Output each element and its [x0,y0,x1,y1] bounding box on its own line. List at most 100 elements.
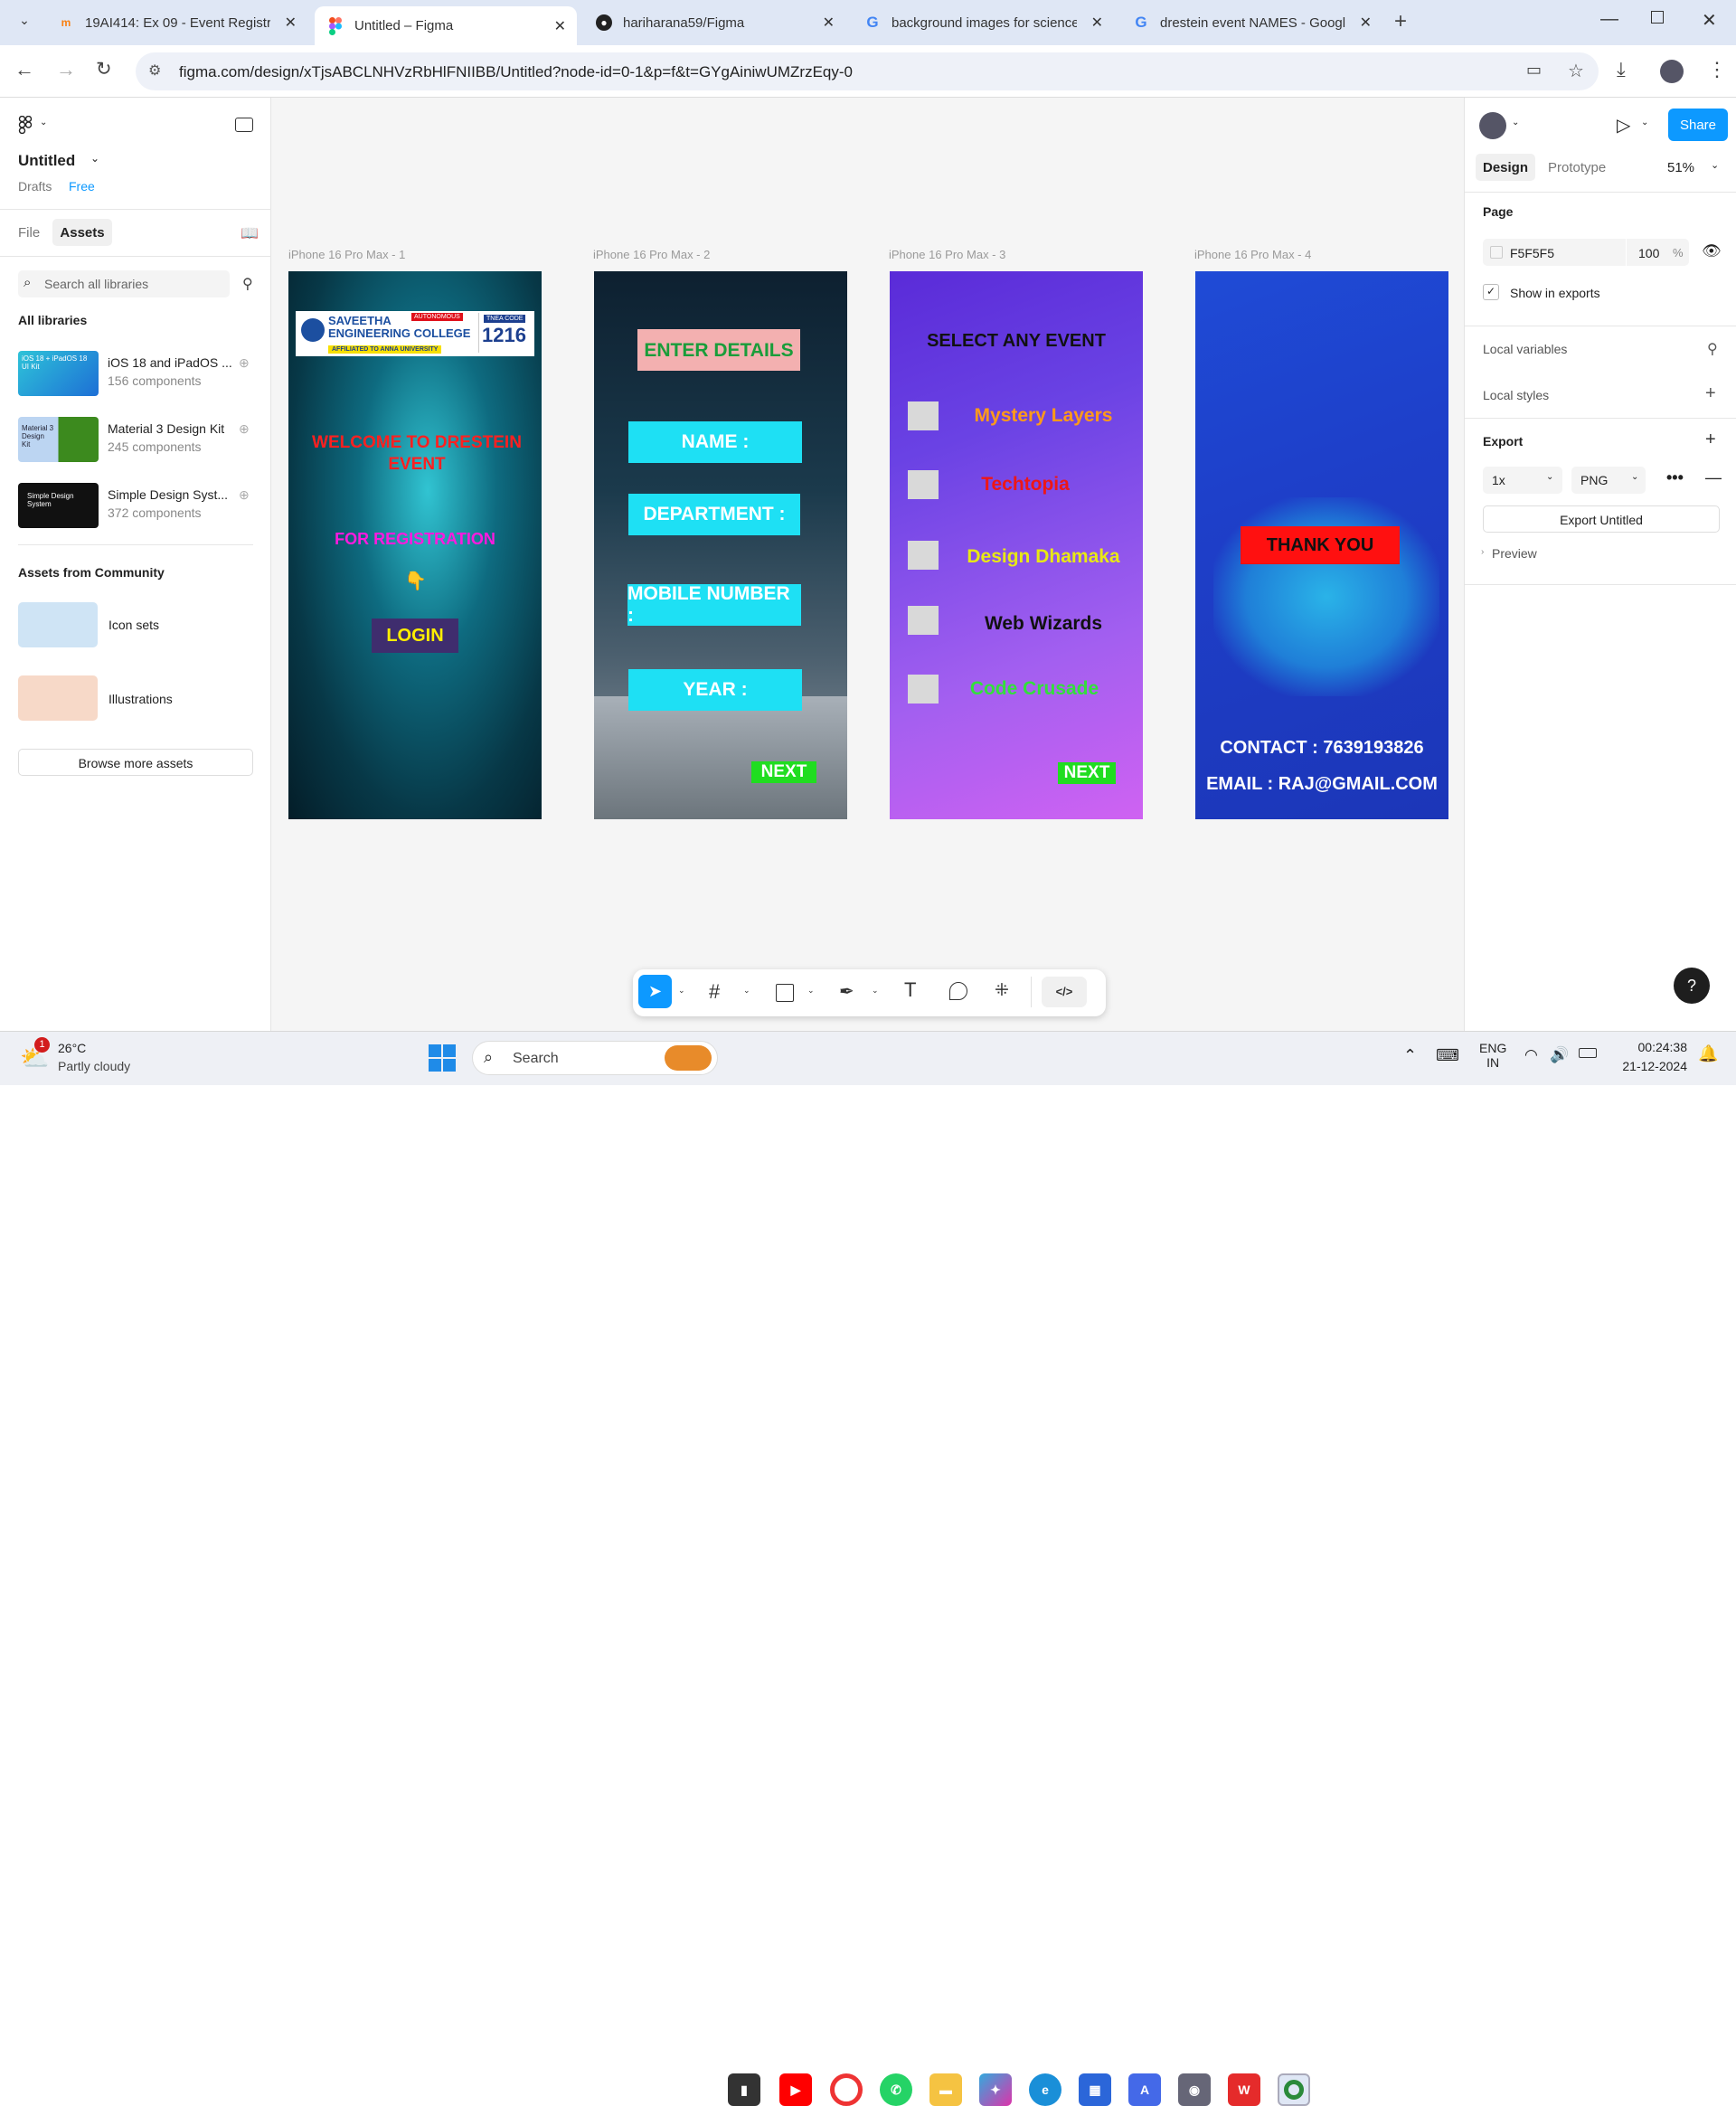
site-info-icon[interactable]: ⚙ [148,61,161,80]
library-item[interactable]: Material 3 Design Kit Material 3 Design … [0,411,271,468]
maximize-icon[interactable] [1651,11,1664,24]
clock-time[interactable]: 00:24:38 [1633,1040,1688,1054]
frame-label[interactable]: iPhone 16 Pro Max - 3 [889,248,1005,261]
file-explorer-dark-icon[interactable]: ▮ [728,2073,760,2106]
show-in-exports-checkbox[interactable]: ✓ [1483,284,1499,300]
chevron-up-icon[interactable]: ⌃ [1403,1046,1417,1065]
move-tool-icon[interactable]: ➤ [638,975,672,1008]
download-icon[interactable]: ⤓ [1617,58,1626,81]
frame-label[interactable]: iPhone 16 Pro Max - 2 [593,248,710,261]
present-play-icon[interactable]: ▷ [1617,114,1630,137]
file-name[interactable]: Untitled [18,152,75,170]
back-icon[interactable]: ← [14,58,34,81]
windows-start-icon[interactable] [429,1044,456,1072]
next-button[interactable]: NEXT [751,761,816,783]
browser-tab-1[interactable]: m 19AI414: Ex 09 - Event Registrat ✕ [45,6,307,39]
tab-prototype[interactable]: Prototype [1548,160,1606,175]
rectangle-tool-icon[interactable] [776,984,794,1002]
chevron-down-icon[interactable]: ⌄ [40,118,47,127]
more-options-icon[interactable]: ••• [1666,468,1684,487]
help-button[interactable]: ? [1674,968,1710,1004]
microsoft-store-icon[interactable]: ▦ [1079,2073,1111,2106]
add-export-icon[interactable]: + [1705,430,1716,450]
local-styles-label[interactable]: Local styles [1483,388,1549,402]
remove-export-icon[interactable]: — [1705,468,1722,487]
notification-bell-icon[interactable]: 🔔 [1698,1044,1718,1063]
event-checkbox[interactable] [908,675,939,704]
pen-tool-icon[interactable]: ✒ [839,980,854,1003]
close-tab-icon[interactable]: ✕ [285,14,297,32]
preview-toggle[interactable]: Preview [1492,546,1537,561]
search-libraries-input[interactable]: ⌕ Search all libraries [18,270,230,297]
browser-tab-2[interactable]: Untitled – Figma ✕ [315,6,577,45]
browse-more-assets-button[interactable]: Browse more assets [18,749,253,776]
clock-date[interactable]: 21-12-2024 [1615,1059,1687,1073]
chevron-down-icon[interactable]: ⌄ [872,986,879,996]
frame-label[interactable]: iPhone 16 Pro Max - 4 [1194,248,1311,261]
app-a-icon[interactable]: A [1128,2073,1161,2106]
chevron-right-icon[interactable]: › [1481,547,1484,557]
drafts-label[interactable]: Drafts [18,179,52,194]
close-tab-icon[interactable]: ✕ [554,17,566,35]
new-tab-icon[interactable]: + [1394,9,1407,34]
local-variables-label[interactable]: Local variables [1483,342,1567,356]
mobile-number-field[interactable]: MOBILE NUMBER : [627,583,801,626]
plan-badge[interactable]: Free [69,179,95,194]
text-tool-icon[interactable]: T [904,978,916,1002]
actions-tool-icon[interactable]: ⁜ [995,980,1009,1001]
zoom-level[interactable]: 51% [1667,160,1694,175]
user-avatar[interactable] [1479,112,1506,139]
iphone-frame-1[interactable]: SAVEETHA ENGINEERING COLLEGE AUTONOMOUS … [288,271,542,819]
language-indicator[interactable]: ENG IN [1479,1041,1506,1070]
iphone-frame-3[interactable]: SELECT ANY EVENT Mystery Layers Techtopi… [890,271,1143,819]
library-book-icon[interactable]: 📖 [241,224,259,242]
copilot-icon[interactable]: ✦ [979,2073,1012,2106]
department-field[interactable]: DEPARTMENT : [628,494,800,535]
url-field[interactable]: ⚙ figma.com/design/xTjsABCLNHVzRbHlFNIIB… [136,52,1599,90]
reload-icon[interactable]: ↻ [96,58,112,80]
wps-office-icon[interactable]: W [1228,2073,1260,2106]
event-checkbox[interactable] [908,541,939,570]
iphone-frame-2[interactable]: ENTER DETAILS NAME : DEPARTMENT : MOBILE… [594,271,847,819]
library-item[interactable]: iOS 18 + iPadOS 18 UI Kit iOS 18 and iPa… [0,345,271,402]
library-item[interactable]: Simple Design System Simple Design Syst.… [0,477,271,534]
taskbar-search-input[interactable]: ⌕ Search [472,1041,718,1075]
tab-design[interactable]: Design [1476,154,1535,181]
keyboard-icon[interactable]: ⌨ [1436,1046,1459,1065]
chrome-active-icon[interactable] [1278,2073,1310,2106]
export-format-select[interactable]: PNG ⌄ [1571,467,1646,494]
figma-menu-icon[interactable] [18,115,33,138]
chevron-down-icon[interactable]: ⌄ [1512,118,1519,127]
close-window-icon[interactable]: ✕ [1702,9,1717,32]
community-item-icon-sets[interactable]: Icon sets [0,593,271,655]
share-button[interactable]: Share [1668,109,1728,141]
year-field[interactable]: YEAR : [628,669,802,711]
forward-icon[interactable]: → [56,58,76,81]
figma-canvas[interactable]: iPhone 16 Pro Max - 1 iPhone 16 Pro Max … [271,98,1464,1031]
tab-search-icon[interactable]: ⌄ [13,13,36,33]
chevron-down-icon[interactable]: ⌄ [1711,159,1719,171]
community-item-illustrations[interactable]: Illustrations [0,665,271,728]
export-scale-select[interactable]: 1x ⌄ [1483,467,1562,494]
color-swatch[interactable] [1490,246,1503,259]
close-tab-icon[interactable]: ✕ [823,14,835,32]
tab-assets[interactable]: Assets [52,219,112,246]
weather-temp[interactable]: 26°C [58,1041,86,1055]
bookmark-star-icon[interactable]: ☆ [1568,60,1584,82]
name-field[interactable]: NAME : [628,421,802,463]
browser-menu-icon[interactable]: ⋮ [1707,58,1727,81]
chrome-icon[interactable] [830,2073,863,2106]
sidebar-toggle-icon[interactable] [235,118,253,132]
browser-tab-5[interactable]: G drestein event NAMES - Google ✕ [1120,6,1382,39]
frame-label[interactable]: iPhone 16 Pro Max - 1 [288,248,405,261]
event-checkbox[interactable] [908,470,939,499]
variables-icon[interactable]: ⚲ [1707,340,1718,358]
youtube-icon[interactable]: ▶ [779,2073,812,2106]
close-tab-icon[interactable]: ✕ [1360,14,1372,32]
volume-icon[interactable]: 🔊 [1550,1046,1569,1064]
frame-tool-icon[interactable]: # [709,980,720,1004]
edge-icon[interactable]: e [1029,2073,1061,2106]
chevron-down-icon[interactable]: ⌄ [807,986,815,996]
close-tab-icon[interactable]: ✕ [1091,14,1103,32]
clipboard-icon[interactable]: ▭ [1526,61,1542,80]
